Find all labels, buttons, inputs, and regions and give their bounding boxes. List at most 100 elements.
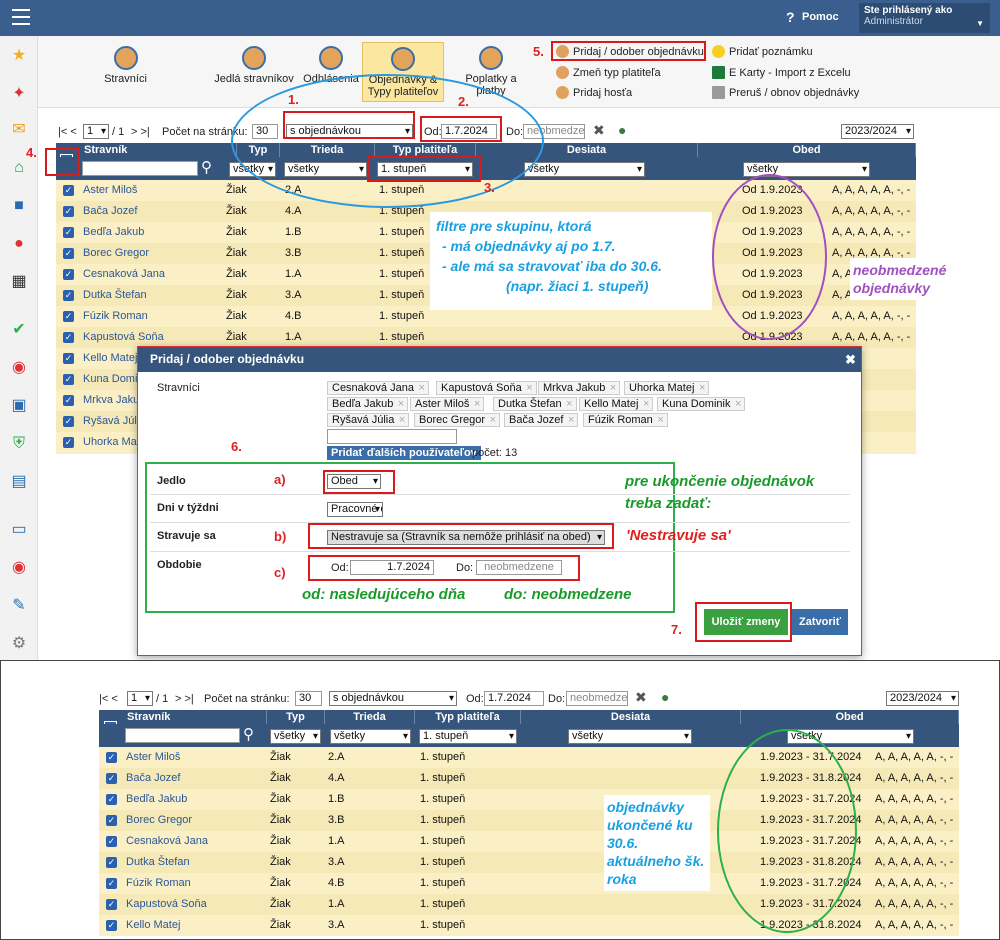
row-checkbox[interactable]: ✓ [63, 332, 74, 343]
col-stravnik[interactable]: Stravník [123, 710, 267, 724]
stravnik-name[interactable]: Fúzik Roman [83, 306, 148, 327]
home-icon[interactable]: ⌂ [9, 158, 29, 178]
school-year-select[interactable]: 2023/2024 [841, 124, 914, 139]
row-checkbox[interactable]: ✓ [63, 311, 74, 322]
person-settings-icon[interactable]: ● [661, 689, 669, 705]
row-checkbox[interactable]: ✓ [106, 794, 117, 805]
col-platitel[interactable]: Typ platiteľa [415, 710, 521, 724]
od-date-input[interactable]: 1.7.2024 [484, 691, 544, 706]
page-select[interactable]: 1 [83, 124, 109, 139]
close-button[interactable]: Zatvoriť [792, 609, 848, 635]
user-tag[interactable]: Bača Jozef [504, 413, 579, 427]
row-checkbox[interactable]: ✓ [106, 857, 117, 868]
action-import-excel[interactable]: E Karty - Import z Excelu [712, 66, 851, 79]
open-book-icon[interactable]: ▭ [9, 520, 29, 540]
chart-icon[interactable]: ▤ [9, 472, 29, 492]
stravnik-name[interactable]: Cesnaková Jana [83, 264, 165, 285]
add-users-button[interactable]: Pridať ďalších používateľov [327, 446, 481, 460]
row-checkbox[interactable]: ✓ [63, 374, 74, 385]
do-date-input[interactable]: neobmedze [566, 691, 628, 706]
user-tag[interactable]: Kello Matej [579, 397, 654, 411]
page-select[interactable]: 1 [127, 691, 153, 706]
pen-icon[interactable]: ✎ [9, 596, 29, 616]
gear-icon[interactable]: ⚙ [9, 634, 29, 654]
stravnik-name[interactable]: Borec Gregor [83, 243, 149, 264]
tools-icon[interactable]: ✖ [635, 689, 647, 706]
row-checkbox[interactable]: ✓ [106, 773, 117, 784]
user-tag[interactable]: Kuna Dominik [657, 397, 746, 411]
stravnik-name[interactable]: Aster Miloš [126, 747, 180, 768]
chat-icon[interactable]: ◉ [9, 558, 29, 578]
row-checkbox[interactable]: ✓ [63, 290, 74, 301]
col-stravnik[interactable]: Stravník [80, 143, 237, 157]
calendar-icon[interactable]: ▦ [9, 272, 29, 292]
action-prerus-obnov[interactable]: Preruš / obnov objednávky [712, 86, 859, 99]
order-filter-select[interactable]: s objednávkou [329, 691, 457, 706]
close-icon[interactable]: ✖ [845, 352, 856, 368]
row-checkbox[interactable]: ✓ [106, 815, 117, 826]
col-trieda[interactable]: Trieda [325, 710, 415, 724]
stravnik-name[interactable]: Kello Matej [126, 915, 180, 936]
shield-icon[interactable]: ⛨ [9, 434, 29, 454]
filter-typ[interactable]: všetky [270, 729, 321, 744]
hamburger-menu-icon[interactable] [12, 9, 30, 25]
user-tag[interactable]: Fúzik Roman [583, 413, 668, 427]
row-checkbox[interactable]: ✓ [63, 269, 74, 280]
user-tag[interactable]: Mrkva Jakub [538, 381, 621, 395]
row-checkbox[interactable]: ✓ [106, 899, 117, 910]
user-tag[interactable]: Dutka Štefan [493, 397, 577, 411]
action-pridaj-hosta[interactable]: Pridaj hosťa [556, 86, 632, 99]
row-checkbox[interactable]: ✓ [63, 227, 74, 238]
stravnik-name[interactable]: Fúzik Roman [126, 873, 191, 894]
ribbon-stravnici-button[interactable]: Stravníci [88, 46, 163, 85]
dni-select[interactable]: Pracovné dni [327, 502, 383, 517]
filter-desiata[interactable]: všetky [524, 162, 645, 177]
row-checkbox[interactable]: ✓ [63, 416, 74, 427]
row-checkbox[interactable]: ✓ [106, 878, 117, 889]
person-settings-icon[interactable]: ● [618, 122, 626, 138]
user-tag[interactable]: Borec Gregor [414, 413, 501, 427]
row-checkbox[interactable]: ✓ [63, 395, 74, 406]
user-tag[interactable]: Kapustová Soňa [436, 381, 537, 395]
stravnik-name[interactable]: Bača Jozef [126, 768, 180, 789]
help-icon[interactable]: ? [786, 9, 795, 25]
star-icon[interactable]: ★ [9, 46, 29, 66]
stravnik-name[interactable]: Bedľa Jakub [83, 222, 144, 243]
row-checkbox[interactable]: ✓ [63, 185, 74, 196]
row-checkbox[interactable]: ✓ [63, 248, 74, 259]
row-checkbox[interactable]: ✓ [106, 920, 117, 931]
stravnik-name[interactable]: Kapustová Soňa [126, 894, 207, 915]
row-checkbox[interactable]: ✓ [63, 353, 74, 364]
briefcase-icon[interactable]: ▣ [9, 396, 29, 416]
per-page-input[interactable]: 30 [295, 691, 322, 706]
search-icon[interactable]: ⚲ [201, 158, 212, 176]
user-tag[interactable]: Bedľa Jakub [327, 397, 409, 411]
name-search-input[interactable] [82, 161, 198, 176]
check-icon[interactable]: ✔ [9, 320, 29, 340]
user-tag[interactable]: Aster Miloš [410, 397, 485, 411]
pager-first[interactable]: |< < [58, 126, 77, 138]
coin-icon[interactable]: ◉ [9, 358, 29, 378]
user-tag[interactable]: Uhorka Matej [624, 381, 710, 395]
magic-wand-icon[interactable]: ✦ [9, 84, 29, 104]
stravnik-name[interactable]: Dutka Štefan [126, 852, 190, 873]
filter-desiata[interactable]: všetky [568, 729, 692, 744]
stravnik-name[interactable]: Dutka Štefan [83, 285, 147, 306]
stravnik-name[interactable]: Ryšavá Júlia [83, 411, 145, 432]
tools-icon[interactable]: ✖ [593, 122, 605, 139]
filter-trieda[interactable]: všetky [330, 729, 411, 744]
add-user-input[interactable] [327, 429, 457, 444]
action-pridat-poznamku[interactable]: Pridať poznámku [712, 45, 813, 58]
stravnik-name[interactable]: Aster Miloš [83, 180, 137, 201]
pager-first[interactable]: |< < [99, 693, 118, 705]
col-typ[interactable]: Typ [267, 710, 325, 724]
stravnik-name[interactable]: Mrkva Jakub [83, 390, 145, 411]
user-tag[interactable]: Cesnaková Jana [327, 381, 429, 395]
action-zmen-typ[interactable]: Zmeň typ platiteľa [556, 66, 661, 79]
book-icon[interactable]: ■ [9, 196, 29, 216]
name-search-input[interactable] [125, 728, 240, 743]
filter-platitel[interactable]: 1. stupeň [419, 729, 517, 744]
stravnik-name[interactable]: Cesnaková Jana [126, 831, 208, 852]
pager-next[interactable]: > >| [131, 126, 150, 138]
row-checkbox[interactable]: ✓ [63, 206, 74, 217]
